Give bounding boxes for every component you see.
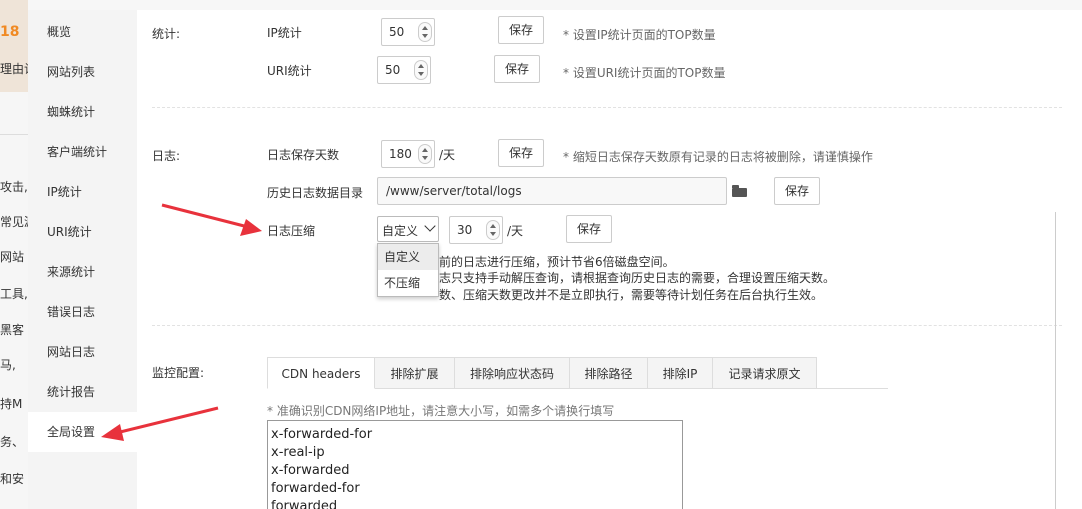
background-row: 持M [0, 397, 23, 411]
uri-top-count-spinner[interactable] [414, 60, 428, 80]
sidebar-item-error-log[interactable]: 错误日志 [28, 292, 137, 332]
cdn-headers-hint: * 准确识别CDN网络IP地址，请注意大小写，如需多个请换行填写 [267, 404, 615, 418]
ip-top-hint: * 设置IP统计页面的TOP数量 [563, 28, 716, 42]
header-line: forwarded [271, 499, 338, 509]
sidebar-item-site-list[interactable]: 网站列表 [28, 52, 137, 92]
uri-top-save-button[interactable]: 保存 [494, 55, 540, 83]
sidebar-item-overview[interactable]: 概览 [28, 12, 137, 52]
log-compress-select[interactable]: 自定义 [377, 216, 439, 242]
background-row: 攻击,… [0, 180, 28, 194]
ip-top-count-input[interactable]: 50 [381, 18, 435, 46]
background-row: 马, [0, 358, 16, 372]
dropdown-option-custom[interactable]: 自定义 [378, 244, 438, 270]
folder-icon[interactable] [732, 185, 748, 197]
log-compress-dropdown: 自定义 不压缩 [377, 243, 439, 297]
background-row: 和安 [0, 472, 25, 486]
chevron-down-icon [424, 220, 436, 232]
compress-note: 志只支持手动解压查询，请根据查询历史日志的需要，合理设置压缩天数。 [439, 271, 836, 285]
log-keep-days-unit: /天 [439, 148, 456, 162]
header-line: x-forwarded-for [271, 427, 373, 442]
log-dir-input[interactable]: /www/server/total/logs [377, 177, 727, 205]
ip-top-save-button[interactable]: 保存 [498, 16, 544, 44]
settings-main: 统计: IP统计 50 保存 * 设置IP统计页面的TOP数量 URI统计 50… [137, 0, 1082, 509]
log-keep-days-spinner[interactable] [418, 144, 432, 164]
background-row: 网站 [0, 250, 25, 264]
log-dir-save-button[interactable]: 保存 [774, 177, 820, 205]
settings-sidebar: 概览 网站列表 蜘蛛统计 客户端统计 IP统计 URI统计 来源统计 错误日志 … [28, 10, 137, 509]
monitor-section-label: 监控配置: [152, 366, 205, 380]
section-divider [152, 325, 1062, 326]
compress-note: 前的日志进行压缩，预计节省6倍磁盘空间。 [439, 255, 675, 269]
sidebar-item-spider-stats[interactable]: 蜘蛛统计 [28, 92, 137, 132]
background-accent-text: 18 [0, 24, 20, 40]
tab-record-request[interactable]: 记录请求原文 [713, 357, 817, 389]
background-page: 18 理由让 攻击,… 常见漏 网站 工具, 黑客 马, 持M 务、 和安 [0, 0, 28, 509]
log-compress-days-spinner[interactable] [486, 220, 500, 240]
background-separator [0, 134, 28, 135]
header-line: x-forwarded [271, 463, 350, 478]
settings-dialog: 概览 网站列表 蜘蛛统计 客户端统计 IP统计 URI统计 来源统计 错误日志 … [28, 0, 1082, 509]
sidebar-item-global-settings[interactable]: 全局设置 [28, 412, 137, 452]
tab-exclude-ip[interactable]: 排除IP [648, 357, 713, 389]
background-row: 黑客 [0, 323, 25, 337]
uri-top-count-input[interactable]: 50 [377, 56, 431, 84]
content-scrollbar[interactable] [1055, 212, 1063, 509]
sidebar-item-uri-stats[interactable]: URI统计 [28, 212, 137, 252]
sidebar-item-ip-stats[interactable]: IP统计 [28, 172, 137, 212]
log-keep-days-label: 日志保存天数 [267, 148, 340, 162]
dropdown-option-no-compress[interactable]: 不压缩 [378, 270, 438, 296]
log-compress-save-button[interactable]: 保存 [566, 215, 612, 243]
section-divider [152, 107, 1062, 108]
tab-cdn-headers[interactable]: CDN headers [267, 357, 375, 389]
log-compress-label: 日志压缩 [267, 224, 316, 238]
header-line: forwarded-for [271, 481, 360, 496]
tab-exclude-ext[interactable]: 排除扩展 [375, 357, 455, 389]
monitor-tabs: CDN headers 排除扩展 排除响应状态码 排除路径 排除IP 记录请求原… [267, 357, 888, 389]
tab-exclude-path[interactable]: 排除路径 [570, 357, 648, 389]
log-keep-days-input[interactable]: 180 [381, 140, 435, 168]
sidebar-item-referer-stats[interactable]: 来源统计 [28, 252, 137, 292]
log-keep-days-save-button[interactable]: 保存 [498, 139, 544, 167]
ip-stats-label: IP统计 [267, 26, 302, 40]
header-line: x-real-ip [271, 445, 325, 460]
logs-section-label: 日志: [152, 149, 181, 163]
log-compress-unit: /天 [507, 224, 524, 238]
background-row: 工具, [0, 287, 28, 301]
uri-top-hint: * 设置URI统计页面的TOP数量 [563, 66, 726, 80]
log-keep-days-hint: * 缩短日志保存天数原有记录的日志将被删除，请谨慎操作 [563, 150, 873, 164]
sidebar-item-report[interactable]: 统计报告 [28, 372, 137, 412]
compress-note: 数、压缩天数更改并不是立即执行，需要等待计划任务在后台执行生效。 [439, 288, 824, 302]
background-banner [0, 0, 28, 92]
ip-top-count-spinner[interactable] [418, 22, 432, 42]
stats-section-label: 统计: [152, 27, 181, 41]
tab-exclude-status[interactable]: 排除响应状态码 [455, 357, 570, 389]
log-compress-days-input[interactable]: 30 [449, 216, 503, 244]
sidebar-item-site-log[interactable]: 网站日志 [28, 332, 137, 372]
sidebar-item-client-stats[interactable]: 客户端统计 [28, 132, 137, 172]
background-row: 理由让 [0, 62, 28, 76]
background-row: 常见漏 [0, 215, 28, 229]
cdn-headers-textarea[interactable]: x-forwarded-for x-real-ip x-forwarded fo… [267, 420, 683, 509]
background-row: 务、 [0, 435, 25, 449]
log-dir-label: 历史日志数据目录 [267, 186, 364, 200]
uri-stats-label: URI统计 [267, 64, 312, 78]
